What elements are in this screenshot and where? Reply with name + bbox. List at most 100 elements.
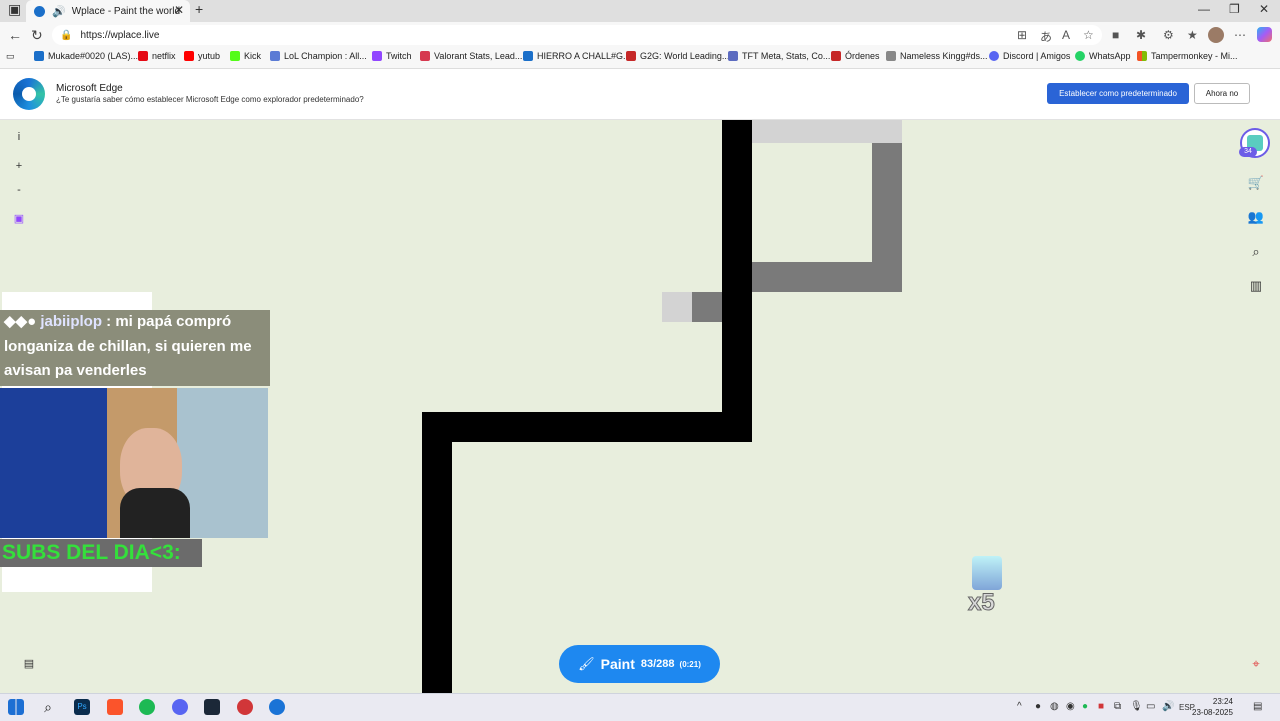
favorite-star-icon[interactable]: ☆ [1083, 28, 1094, 42]
mouse-cursor [698, 417, 704, 429]
infobar-title: Microsoft Edge [56, 83, 123, 94]
light-gray-pixel-row [752, 120, 902, 143]
notifications-icon[interactable]: ▤ [1253, 701, 1262, 712]
microphone-icon[interactable]: 🎙 [1130, 701, 1143, 712]
bookmark-item[interactable]: Discord | Amigos [989, 51, 1070, 61]
zoom-out-button[interactable]: - [12, 183, 26, 197]
tray-app-icon[interactable]: ⧉ [1114, 701, 1121, 712]
url-text[interactable]: https://wplace.live [80, 30, 159, 41]
tab-actions-icon[interactable]: ▣ [8, 1, 21, 18]
user-level-badge: 34 [1239, 147, 1257, 157]
set-default-button[interactable]: Establecer como predeterminado [1047, 83, 1189, 104]
edge-taskbar-icon[interactable] [269, 699, 285, 715]
twitch-icon[interactable]: ▣ [12, 212, 26, 226]
chat-message: ◆◆● jabiiplop : mi papá compró longaniza… [0, 310, 270, 386]
photoshop-icon[interactable]: Ps [74, 699, 90, 715]
bookmark-item[interactable]: WhatsApp [1075, 51, 1131, 61]
maximize-button[interactable]: ❐ [1229, 2, 1240, 16]
tray-app-icon[interactable]: ■ [1098, 701, 1104, 712]
black-pixel-column [422, 412, 452, 693]
map-layers-icon[interactable]: ▤ [22, 657, 36, 671]
tray-app-icon[interactable]: ◍ [1050, 701, 1059, 712]
tray-expand-icon[interactable]: ^ [1017, 701, 1022, 712]
chat-username: jabiiplop [40, 313, 102, 330]
discord-icon[interactable] [172, 699, 188, 715]
minimize-button[interactable]: — [1198, 2, 1210, 16]
paint-bonus: x5 [968, 556, 1008, 626]
bookmarks-folder-icon[interactable]: ▭ [6, 51, 15, 62]
clock-date: 23-08-2025 [1192, 708, 1233, 717]
bookmark-item[interactable]: Tampermonkey - Mi... [1137, 51, 1238, 61]
profile-avatar[interactable] [1208, 27, 1224, 43]
tray-app-icon[interactable]: ● [1035, 701, 1041, 712]
bookmark-item[interactable]: Twitch [372, 51, 412, 61]
locate-me-icon[interactable]: ⌖ [1247, 655, 1265, 673]
tab-strip: ▣ 🔊 Wplace - Paint the world ✕ + — ❐ ✕ [0, 0, 1280, 22]
microphone [120, 488, 190, 538]
light-gray-pixel [662, 292, 692, 322]
copilot-icon[interactable] [1257, 27, 1272, 42]
paint-button[interactable]: 🖌 Paint 83/288 (0:21) [559, 645, 720, 683]
clock-time: 23:24 [1212, 697, 1233, 706]
close-tab-icon[interactable]: ✕ [174, 3, 184, 17]
paint-label: Paint [600, 656, 635, 672]
black-pixel-column [722, 120, 752, 442]
wplace-favicon-icon [34, 5, 45, 17]
search-icon[interactable]: ⌕ [40, 699, 56, 715]
not-now-button[interactable]: Ahora no [1194, 83, 1250, 104]
new-tab-button[interactable]: + [195, 1, 203, 17]
alliance-icon[interactable]: 👥 [1247, 208, 1265, 226]
translate-icon[interactable]: あ [1040, 28, 1052, 45]
spotify-icon[interactable] [139, 699, 155, 715]
close-window-button[interactable]: ✕ [1259, 2, 1269, 16]
bookmark-item[interactable]: Mukade#0020 (LAS)... [34, 51, 138, 61]
store-cart-icon[interactable]: 🛒 [1247, 174, 1265, 192]
refresh-button[interactable]: ↻ [31, 27, 43, 44]
leaderboard-icon[interactable]: ▥ [1247, 277, 1265, 295]
extension-icon[interactable]: ■ [1112, 28, 1119, 42]
tab-wplace[interactable]: 🔊 Wplace - Paint the world ✕ [26, 0, 190, 22]
brave-icon[interactable] [107, 699, 123, 715]
lock-icon[interactable]: 🔒 [60, 30, 72, 41]
favorites-icon[interactable]: ★ [1187, 28, 1198, 42]
riot-client-icon[interactable] [237, 699, 253, 715]
bookmark-item[interactable]: LoL Champion : All... [270, 51, 367, 61]
bookmark-item[interactable]: netflix [138, 51, 176, 61]
tray-steam-icon[interactable]: ◉ [1066, 701, 1075, 712]
back-button[interactable]: ← [8, 27, 22, 43]
tray-spotify-icon[interactable]: ● [1082, 701, 1088, 712]
search-location-icon[interactable]: ⌕ [1247, 243, 1265, 261]
extensions-puzzle-icon[interactable]: ✱ [1136, 28, 1146, 42]
zoom-in-button[interactable]: + [12, 159, 26, 173]
volume-icon[interactable]: 🔊 [1162, 701, 1174, 712]
taskbar: ⌕ Ps ^ ● ◍ ◉ ● ■ ⧉ 🎙 ▭ 🔊 ESP 23:24 23-08… [0, 693, 1280, 721]
network-icon[interactable]: ▭ [1146, 701, 1155, 712]
paint-charges: 83/288 [640, 658, 675, 670]
navigation-bar: ← ↻ 🔒 https://wplace.live ⊞ あ A ☆ ■ ✱ ⚙ … [0, 22, 1280, 49]
bonus-multiplier: x5 [968, 589, 996, 617]
infobar-text: ¿Te gustaría saber cómo establecer Micro… [56, 95, 364, 104]
bookmark-item[interactable]: HIERRO A CHALL#G... [523, 51, 631, 61]
performance-icon[interactable]: ⚙ [1163, 28, 1174, 42]
info-button[interactable]: i [12, 130, 26, 144]
start-icon[interactable] [8, 699, 24, 715]
tab-title: Wplace - Paint the world [71, 5, 181, 17]
bookmark-item[interactable]: Valorant Stats, Lead... [420, 51, 522, 61]
app-available-icon[interactable]: ⊞ [1017, 28, 1027, 42]
steam-icon[interactable] [204, 699, 220, 715]
bookmark-item[interactable]: TFT Meta, Stats, Co... [728, 51, 830, 61]
chat-badges-icon: ◆◆● [4, 313, 37, 330]
bookmark-item[interactable]: yutub [184, 51, 220, 61]
speaker-icon[interactable]: 🔊 [52, 5, 66, 18]
bookmark-item[interactable]: Órdenes [831, 51, 880, 61]
bookmark-item[interactable]: G2G: World Leading... [626, 51, 729, 61]
bookmark-item[interactable]: Nameless Kingg#ds... [886, 51, 988, 61]
webcam-feed [0, 388, 268, 538]
address-bar[interactable]: 🔒 https://wplace.live [52, 25, 1102, 45]
subs-of-day-label: SUBS DEL DIA<3: [0, 539, 202, 567]
bookmark-item[interactable]: Kick [230, 51, 261, 61]
read-aloud-icon[interactable]: A [1062, 28, 1070, 42]
dark-gray-pixel [692, 292, 722, 322]
menu-dots-icon[interactable]: ⋯ [1234, 28, 1246, 42]
clock[interactable]: 23:24 23-08-2025 [1192, 696, 1233, 718]
